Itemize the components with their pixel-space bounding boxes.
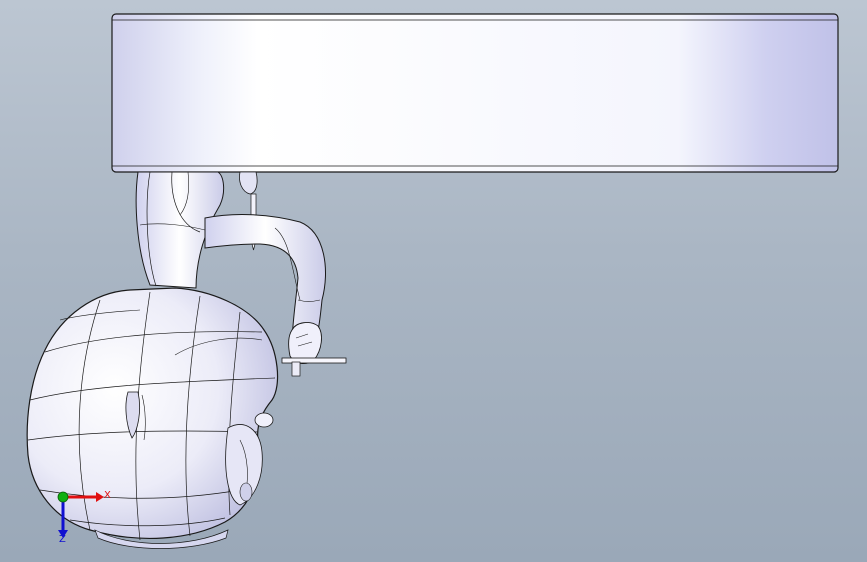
x-axis-label: X	[104, 490, 111, 501]
z-axis-label: Z	[59, 534, 66, 545]
main-body[interactable]	[26, 287, 279, 549]
rod-tool[interactable]	[281, 357, 347, 377]
hand[interactable]	[288, 322, 322, 364]
graphics-viewport[interactable]: X Z	[0, 0, 867, 562]
y-axis-dot	[57, 491, 69, 503]
top-plate[interactable]	[111, 13, 839, 173]
